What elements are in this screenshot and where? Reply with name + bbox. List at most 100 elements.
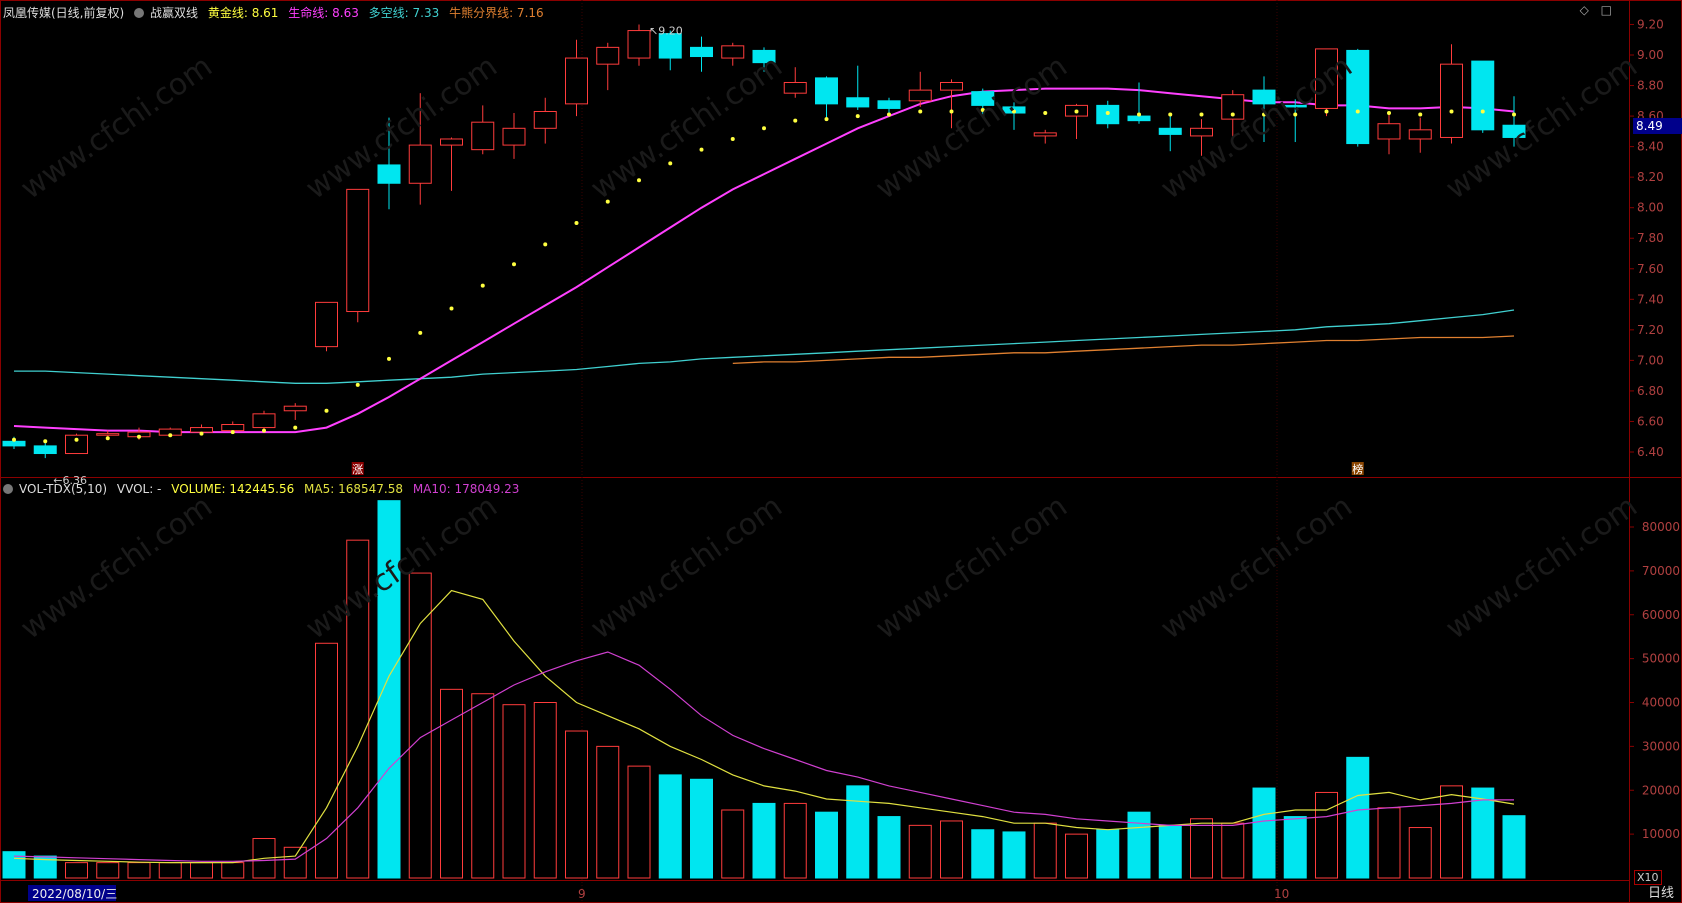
volume-tick-label: 50000 [1642,652,1680,666]
gold-dot [262,428,266,433]
volume-bar [1408,827,1432,879]
volume-bar [315,642,338,879]
gold-dot [918,109,923,114]
gold-dot [1355,109,1360,114]
gold-dot [574,220,579,225]
price-tick-label: 8.40 [1637,140,1664,154]
price-tick-label: 9.20 [1637,17,1664,31]
diamond-icon[interactable]: ◇ [1580,3,1589,17]
volume-bar [752,802,776,879]
candle-body [377,164,401,184]
volume-bar [1002,831,1026,879]
watermark: www.cfchi.com [870,489,1074,647]
watermark: www.cfchi.com [1440,489,1644,647]
volume-toggle-icon[interactable] [3,484,13,494]
bull-bear-line [732,335,1515,365]
price-tick-label: 7.00 [1637,353,1664,367]
watermark: www.cfchi.com [300,489,504,647]
longshort-line-label: 多空线: 7.33 [368,6,440,20]
price-tick-label: 7.40 [1637,292,1664,306]
volume-bar [1033,822,1057,879]
candle-body [1127,115,1151,122]
stock-chart[interactable]: 9.209.008.808.608.408.208.007.807.607.40… [0,0,1682,903]
longshort-line [14,309,1515,384]
volume-bar [877,816,901,879]
volume-tick-label: 30000 [1642,739,1680,753]
volume-bar [596,745,620,879]
volume-value-label: VOLUME: 142445.56 [171,482,295,496]
last-price-tag: 8.49 [1633,118,1682,134]
gold-line-label: 黄金线: 8.61 [207,6,279,20]
volume-bar [721,809,745,879]
price-tick-label: 8.00 [1637,201,1664,215]
candle-body [846,97,870,108]
candle-body [1346,49,1370,145]
top-right-controls: ◇ □ [1572,3,1612,17]
volume-bar [908,824,932,879]
gold-dot [699,147,704,152]
volume-bar [690,778,713,879]
candle-body [471,121,495,151]
candle-body [596,46,620,65]
vvol-label: VVOL: - [116,482,162,496]
gold-dot [1512,112,1516,117]
ma5-label: MA5: 168547.58 [304,482,403,496]
volume-bar [1190,818,1213,879]
watermark: www.cfchi.com [870,49,1074,207]
candle-body [908,89,932,102]
volume-tick-label: 60000 [1642,608,1680,622]
gold-dot [12,437,16,442]
high-price-annotation: ↖9.20 [649,24,683,37]
gold-dot [355,382,360,387]
candle-body [96,433,120,436]
gold-dot [74,437,79,442]
volume-indicator-name[interactable]: VOL-TDX(5,10) [19,482,107,496]
square-icon[interactable]: □ [1601,3,1612,17]
candle-body [627,30,651,59]
candle-body [565,57,588,105]
candle-body [2,440,26,447]
volume-bar [1252,787,1276,879]
volume-panel-header: VOL-TDX(5,10) VVOL: - VOLUME: 142445.56 … [3,482,525,496]
period-label[interactable]: 日线 [1648,882,1674,901]
gold-dot [199,431,204,436]
gold-dot [1074,109,1079,114]
volume-bar [565,730,588,879]
volume-bar [846,785,870,879]
price-tick-label: 6.60 [1637,414,1664,428]
candle-body [502,127,526,146]
candle-body [346,188,370,313]
gold-dot [793,118,798,123]
gold-dot [1105,111,1110,116]
volume-bar [1502,815,1526,879]
volume-bar [502,704,526,879]
candle-body [1033,132,1057,137]
volume-bar [940,820,963,879]
volume-tick-label: 80000 [1642,520,1680,534]
gold-dot [1418,112,1423,117]
gold-dot [949,109,954,114]
volume-tick-label: 70000 [1642,564,1680,578]
volume-bar [440,688,463,879]
volume-bar [1440,785,1463,879]
volume-bar [1283,816,1307,879]
volume-bar [1065,833,1088,879]
volume-bar [783,802,807,879]
candle-body [1158,127,1182,135]
price-tick-label: 7.80 [1637,231,1664,245]
gold-dot [1230,112,1235,117]
price-tick-label: 7.60 [1637,262,1664,276]
gold-dot [1199,112,1204,117]
volume-bar [65,862,88,879]
indicator-toggle-icon[interactable] [134,8,145,18]
gold-dot [855,114,860,119]
candle-body [721,45,745,59]
x-label-month: 10 [1274,887,1289,901]
gold-dot [1168,112,1173,117]
price-tick-label: 8.20 [1637,170,1664,184]
candle-body [33,445,57,455]
volume-tick-label: 40000 [1642,696,1680,710]
candle-body [690,46,713,58]
stock-title[interactable]: 凤凰传媒(日线,前复权) [3,6,124,20]
indicator-name[interactable]: 战赢双线 [150,6,198,20]
